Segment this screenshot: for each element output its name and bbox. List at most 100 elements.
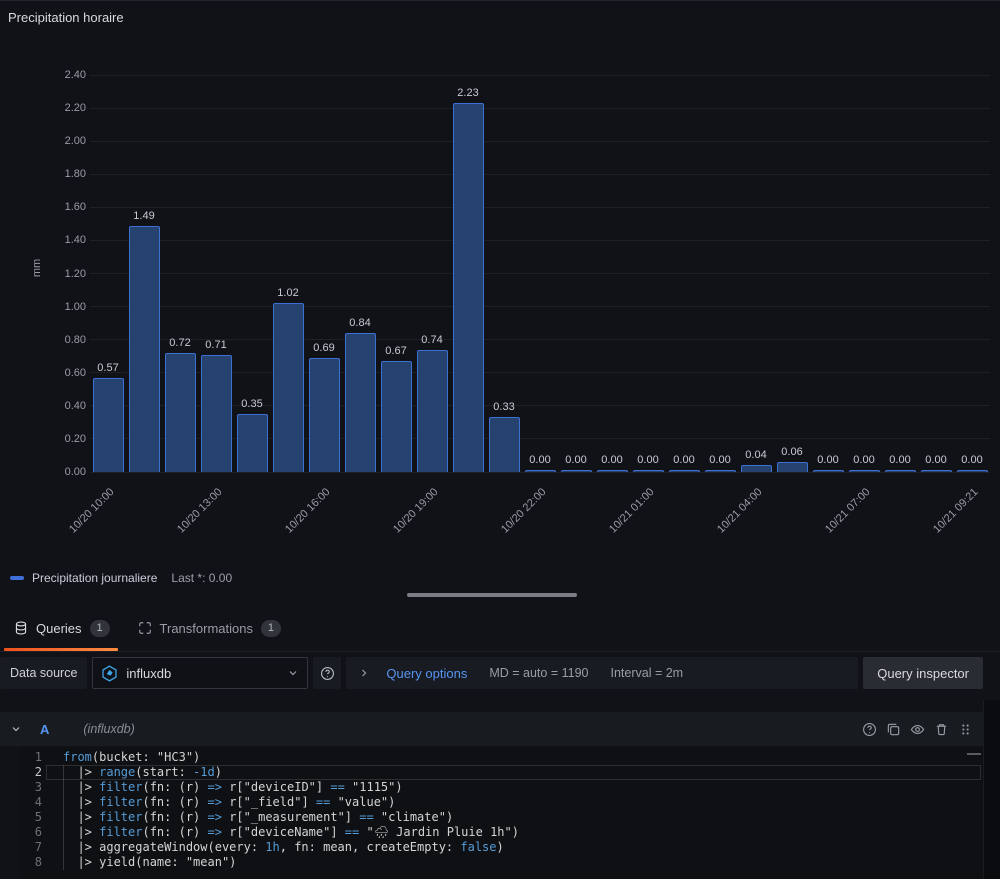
y-tick-label: 1.00: [34, 301, 86, 313]
bar-value-label: 0.00: [709, 454, 730, 466]
bar[interactable]: [201, 355, 232, 472]
code-line[interactable]: 2 |> range(start: -1d): [20, 765, 983, 780]
code-token-text: (start:: [135, 765, 193, 779]
x-tick-label: 10/20 10:00: [67, 486, 117, 536]
panel-top-border: [0, 0, 1000, 1]
bar[interactable]: [633, 470, 664, 472]
code-line[interactable]: 6 |> filter(fn: (r) => r["deviceName"] =…: [20, 825, 983, 840]
bar[interactable]: [597, 470, 628, 472]
bar[interactable]: [129, 226, 160, 472]
legend: Precipitation journaliere Last *: 0.00: [10, 571, 232, 585]
bar[interactable]: [705, 470, 736, 472]
tab-queries[interactable]: Queries 1: [0, 605, 124, 651]
bar[interactable]: [345, 333, 376, 472]
code-token-keyword: -1d: [193, 765, 215, 779]
datasource-help-button[interactable]: [313, 657, 341, 689]
code-token-keyword: =>: [208, 795, 222, 809]
toggle-visibility-eye-icon[interactable]: [910, 722, 925, 737]
chevron-down-icon: [287, 667, 299, 679]
bar[interactable]: [309, 358, 340, 472]
bar[interactable]: [885, 470, 916, 472]
code-token-text: |>: [63, 765, 99, 779]
legend-series-color[interactable]: [10, 576, 24, 580]
code-line-text[interactable]: |> yield(name: "mean"): [46, 855, 236, 870]
bar[interactable]: [417, 350, 448, 472]
bar[interactable]: [237, 414, 268, 472]
code-token-text: r["_field"]: [222, 795, 316, 809]
bar-chart-plot[interactable]: 0.571.490.720.710.351.020.690.840.670.74…: [90, 75, 990, 472]
collapse-chevron-icon[interactable]: [10, 723, 22, 735]
code-token-text: "value"): [330, 795, 395, 809]
code-line[interactable]: 5 |> filter(fn: (r) => r["_measurement"]…: [20, 810, 983, 825]
scrollbar-track[interactable]: [983, 700, 1000, 879]
flux-code-editor[interactable]: 1from(bucket: "HC3")2 |> range(start: -1…: [20, 747, 983, 879]
code-token-keyword: filter: [99, 780, 142, 794]
bar[interactable]: [93, 378, 124, 472]
bar[interactable]: [381, 361, 412, 472]
code-line-text[interactable]: |> range(start: -1d): [46, 765, 222, 780]
panel-title[interactable]: Precipitation horaire: [8, 10, 124, 25]
drag-handle-grip-icon[interactable]: [958, 722, 973, 737]
code-token-text: (fn: (r): [142, 825, 207, 839]
code-line[interactable]: 7 |> aggregateWindow(every: 1h, fn: mean…: [20, 840, 983, 855]
bar[interactable]: [453, 103, 484, 472]
bar-value-label: 0.00: [817, 454, 838, 466]
code-line-text[interactable]: |> filter(fn: (r) => r["deviceID"] == "1…: [46, 780, 403, 795]
bar-value-label: 0.57: [97, 362, 118, 374]
code-token-keyword: ==: [359, 810, 373, 824]
bar-value-label: 0.00: [529, 454, 550, 466]
line-number: 3: [20, 780, 42, 795]
query-options-toggle[interactable]: Query options MD = auto = 1190 Interval …: [346, 657, 858, 689]
bar[interactable]: [561, 470, 592, 472]
bar-value-label: 0.71: [205, 339, 226, 351]
code-token-text: |>: [63, 825, 99, 839]
bar[interactable]: [957, 470, 988, 472]
bar-value-label: 2.23: [457, 87, 478, 99]
bar[interactable]: [489, 417, 520, 472]
code-token-text: |>: [63, 795, 99, 809]
pane-resize-handle[interactable]: [407, 593, 577, 597]
bar[interactable]: [849, 470, 880, 472]
bar[interactable]: [525, 470, 556, 472]
y-tick-label: 0.60: [34, 367, 86, 379]
code-token-keyword: from: [63, 750, 92, 764]
line-number: 8: [20, 855, 42, 870]
delete-query-trash-icon[interactable]: [934, 722, 949, 737]
code-line[interactable]: 8 |> yield(name: "mean"): [20, 855, 983, 870]
influxdb-logo-icon: [101, 665, 118, 682]
gridline: [90, 108, 990, 109]
bar[interactable]: [813, 470, 844, 472]
duplicate-query-icon[interactable]: [886, 722, 901, 737]
bar[interactable]: [921, 470, 952, 472]
code-line-text[interactable]: from(bucket: "HC3"): [46, 750, 200, 765]
bar[interactable]: [669, 470, 700, 472]
code-token-text: (bucket: "HC3"): [92, 750, 200, 764]
code-line-text[interactable]: |> filter(fn: (r) => r["_measurement"] =…: [46, 810, 453, 825]
code-line[interactable]: 4 |> filter(fn: (r) => r["_field"] == "v…: [20, 795, 983, 810]
y-tick-label: 2.00: [34, 135, 86, 147]
code-line[interactable]: 3 |> filter(fn: (r) => r["deviceID"] == …: [20, 780, 983, 795]
datasource-picker[interactable]: influxdb: [92, 657, 308, 689]
bar[interactable]: [165, 353, 196, 472]
code-token-keyword: false: [460, 840, 496, 854]
code-token-keyword: filter: [99, 795, 142, 809]
bar[interactable]: [273, 303, 304, 472]
code-token-keyword: range: [99, 765, 135, 779]
code-line[interactable]: 1from(bucket: "HC3"): [20, 750, 983, 765]
code-token-keyword: filter: [99, 825, 142, 839]
query-row-header[interactable]: A (influxdb): [0, 712, 983, 746]
transform-icon: [138, 621, 152, 635]
tab-transformations[interactable]: Transformations 1: [124, 605, 295, 651]
query-help-icon[interactable]: [862, 722, 877, 737]
code-token-text: r["deviceName"]: [222, 825, 345, 839]
code-line-text[interactable]: |> filter(fn: (r) => r["deviceName"] == …: [46, 825, 519, 840]
code-line-text[interactable]: |> aggregateWindow(every: 1h, fn: mean, …: [46, 840, 504, 855]
bar[interactable]: [741, 465, 772, 472]
bar-value-label: 0.00: [961, 454, 982, 466]
code-token-text: |> yield(name: "mean"): [63, 855, 236, 869]
bar[interactable]: [777, 462, 808, 472]
line-number: 5: [20, 810, 42, 825]
code-line-text[interactable]: |> filter(fn: (r) => r["_field"] == "val…: [46, 795, 395, 810]
query-inspector-button[interactable]: Query inspector: [863, 657, 983, 689]
legend-series-name[interactable]: Precipitation journaliere: [32, 571, 157, 585]
